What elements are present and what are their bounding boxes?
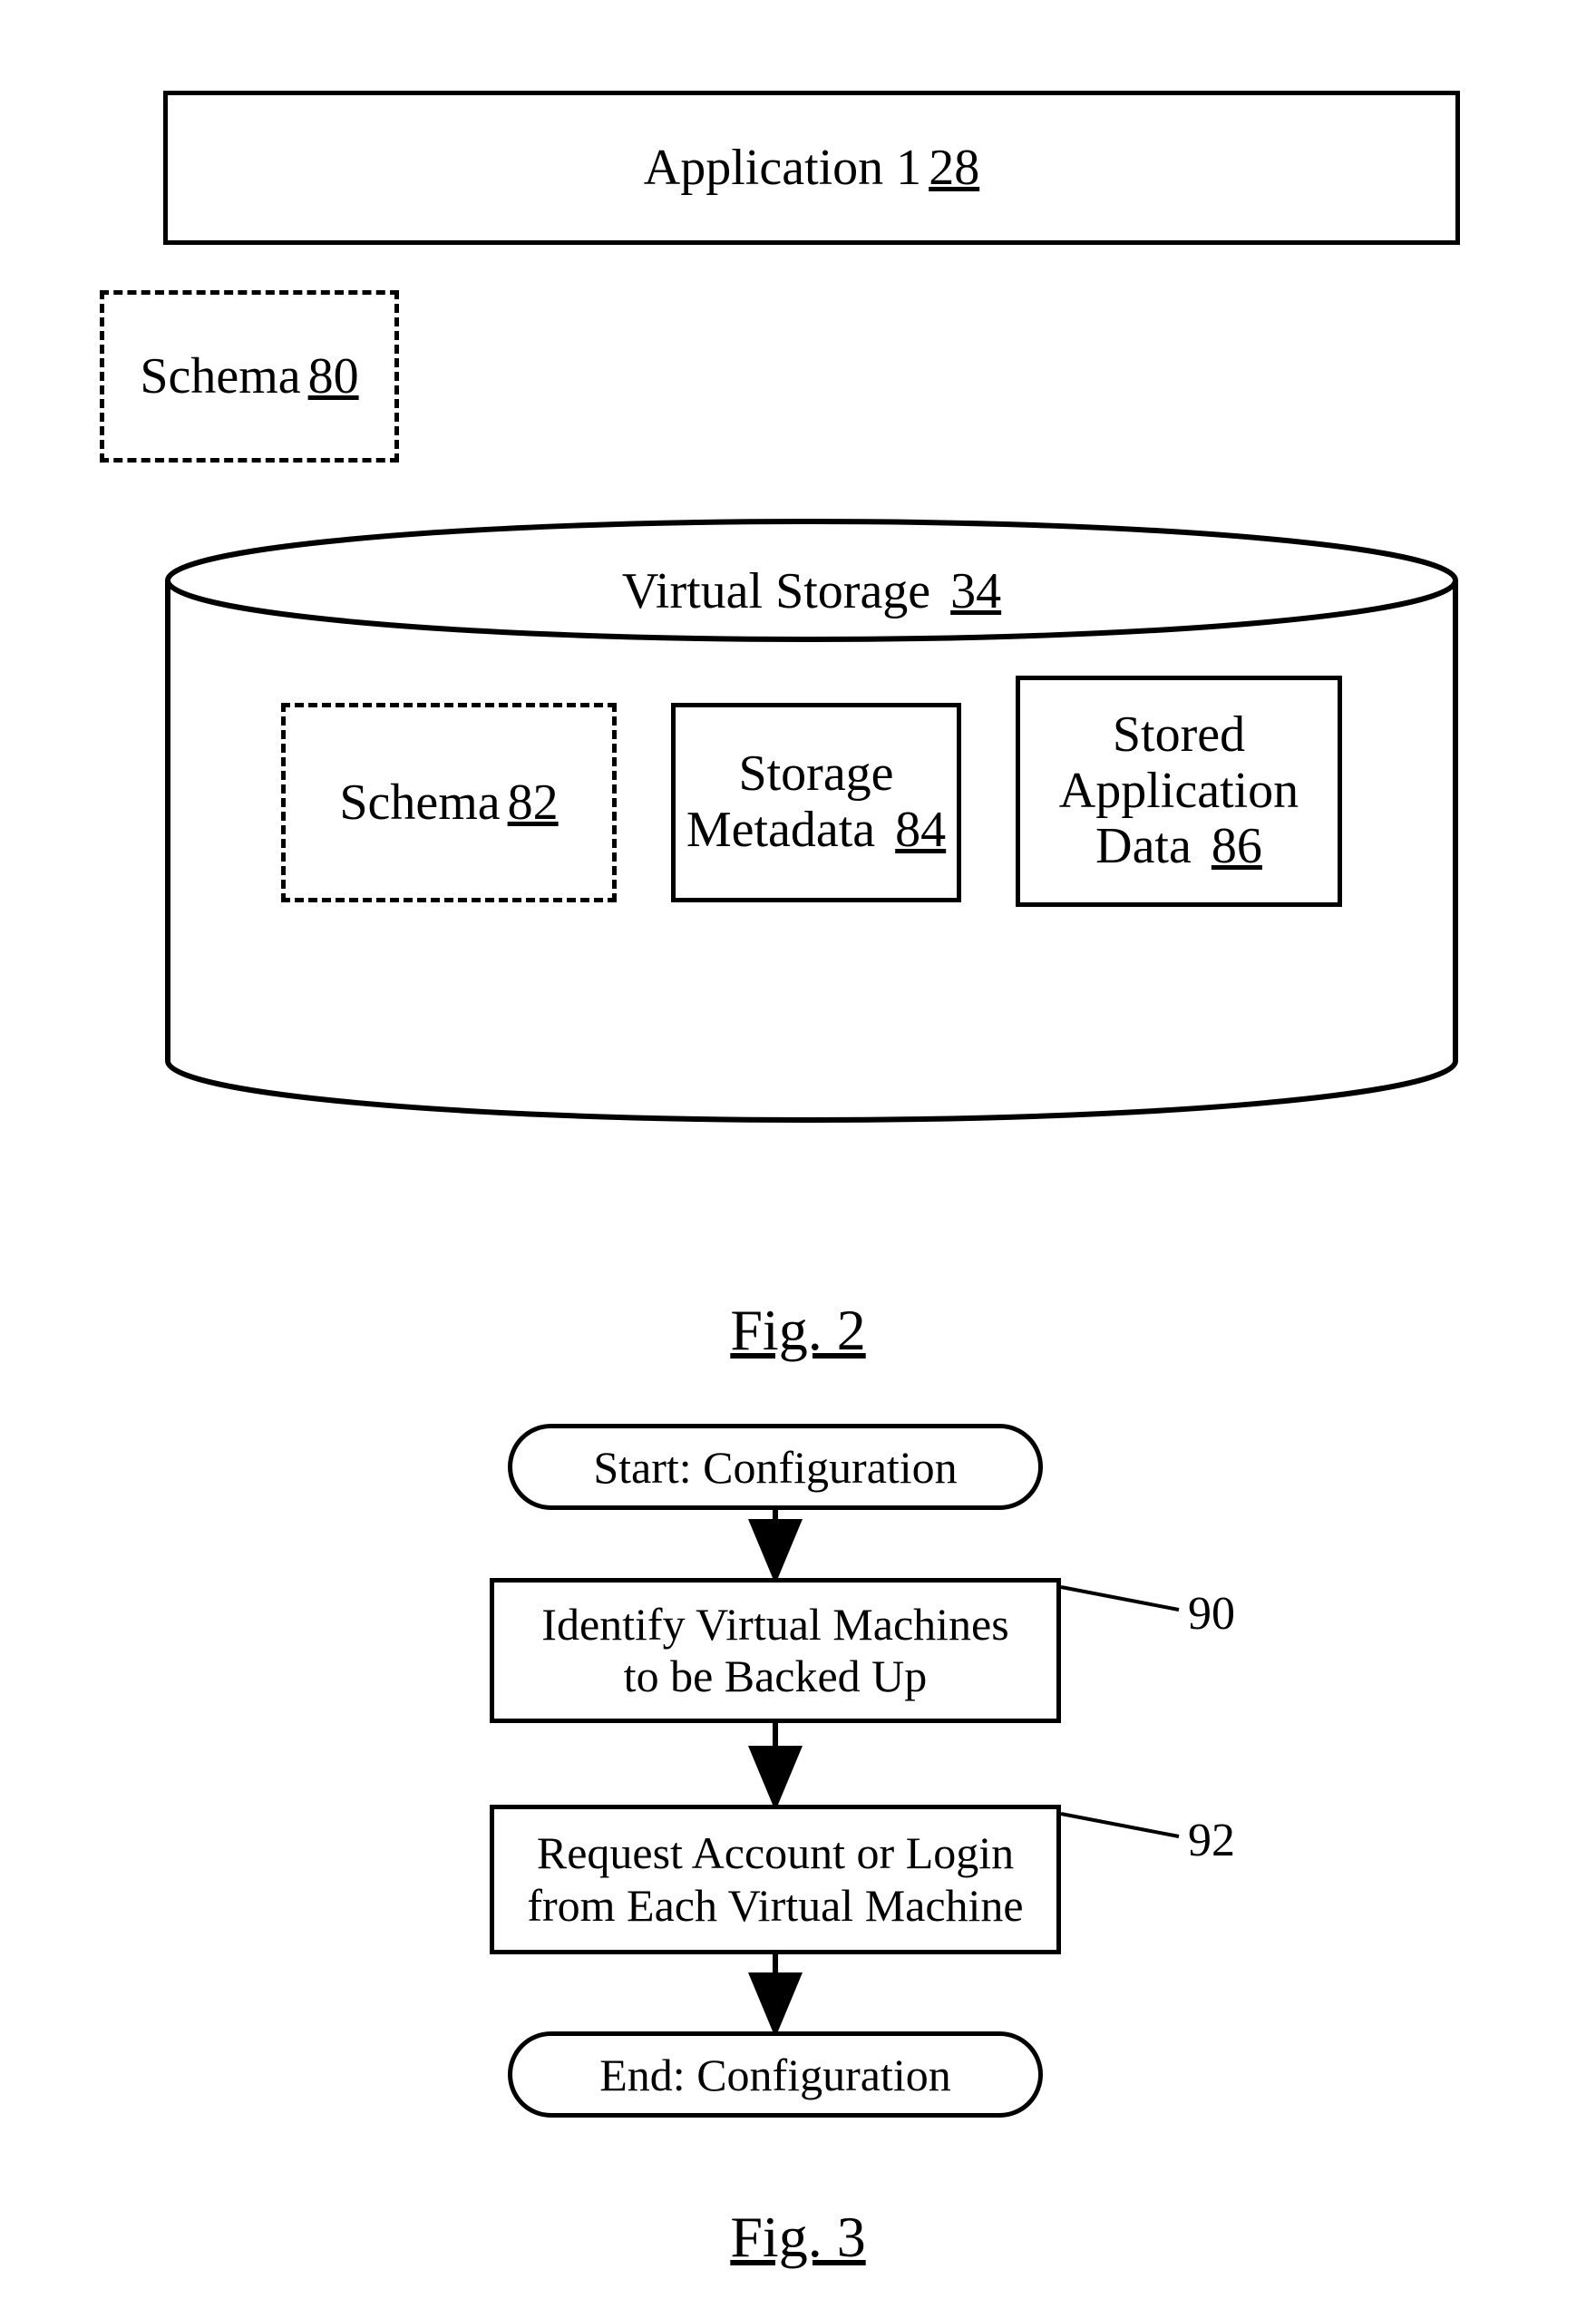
stored-app-data-ref: 86: [1212, 818, 1262, 874]
storage-metadata-line1: Storage: [738, 745, 893, 802]
application-box: Application 1 28: [163, 91, 1460, 245]
flow-end-label: End: Configuration: [599, 2049, 950, 2101]
flow-step-request-login: Request Account or Login from Each Virtu…: [490, 1805, 1061, 1954]
schema-inner-label: Schema: [339, 774, 500, 832]
flowchart-fig3: Start: Configuration Identify Virtual Ma…: [0, 1424, 1596, 2167]
application-label: Application 1: [644, 139, 921, 197]
storage-metadata-box: Storage Metadata 84: [671, 703, 961, 902]
application-ref: 28: [929, 139, 979, 197]
flow-start-label: Start: Configuration: [593, 1441, 957, 1494]
flow-step1-line1: Identify Virtual Machines: [541, 1599, 1008, 1650]
storage-metadata-line2: Metadata: [686, 802, 875, 858]
flow-step-identify-vms: Identify Virtual Machines to be Backed U…: [490, 1578, 1061, 1723]
virtual-storage-cylinder: Virtual Storage 34 Schema 82 Storage Met…: [163, 517, 1460, 1134]
schema-inner-box: Schema 82: [281, 703, 617, 902]
storage-metadata-ref: 84: [895, 802, 946, 858]
figure-2-caption: Fig. 2: [0, 1297, 1596, 1364]
stored-app-data-box: Stored Application Data 86: [1016, 676, 1342, 907]
figure-3-caption: Fig. 3: [0, 2204, 1596, 2271]
flow-step2-line1: Request Account or Login: [537, 1827, 1014, 1878]
stored-app-data-line3: Data: [1095, 818, 1192, 874]
schema-outer-label: Schema: [140, 347, 300, 405]
schema-outer-ref: 80: [308, 347, 359, 405]
schema-inner-ref: 82: [508, 774, 559, 832]
flow-step1-line2: to be Backed Up: [624, 1651, 928, 1701]
stored-app-data-line2: Application: [1059, 763, 1299, 819]
schema-outer-box: Schema 80: [100, 290, 399, 463]
flow-step2-line2: from Each Virtual Machine: [527, 1880, 1023, 1931]
flow-step1-ref: 90: [1188, 1587, 1235, 1641]
stored-app-data-line1: Stored: [1113, 706, 1245, 763]
flow-end-terminator: End: Configuration: [508, 2031, 1043, 2118]
flow-step2-ref: 92: [1188, 1814, 1235, 1867]
flow-start-terminator: Start: Configuration: [508, 1424, 1043, 1510]
